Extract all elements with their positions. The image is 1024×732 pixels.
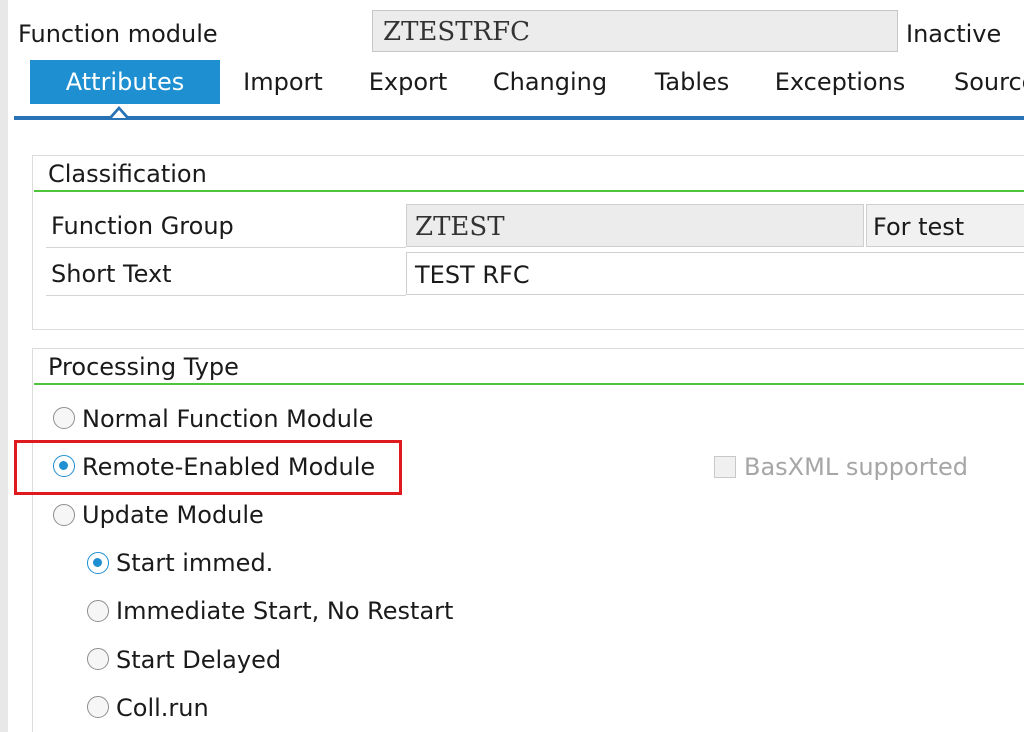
function-group-field[interactable]: ZTEST — [406, 204, 864, 247]
function-group-description: For test — [866, 204, 1024, 247]
update-module-radio[interactable] — [53, 504, 75, 526]
function-module-label: Function module — [18, 20, 218, 48]
immediate-start-no-restart-radio[interactable] — [87, 600, 109, 622]
short-text-label: Short Text — [51, 260, 172, 288]
immediate-start-no-restart-label[interactable]: Immediate Start, No Restart — [116, 596, 453, 626]
tab-tables[interactable]: Tables — [630, 60, 755, 104]
tab-export[interactable]: Export — [346, 60, 471, 104]
collective-run-radio[interactable] — [87, 696, 109, 718]
function-group-label: Function Group — [51, 212, 234, 240]
classification-title: Classification — [48, 160, 207, 188]
classification-divider — [34, 190, 1024, 192]
tab-underline — [14, 116, 1024, 120]
tab-import[interactable]: Import — [220, 60, 347, 104]
short-text-field[interactable]: TEST RFC — [406, 252, 1024, 295]
row-divider — [46, 247, 406, 248]
left-border-strip — [0, 0, 8, 732]
processing-type-title: Processing Type — [48, 353, 239, 381]
processing-type-divider — [34, 383, 1024, 385]
start-delayed-label[interactable]: Start Delayed — [116, 645, 281, 675]
tab-changing[interactable]: Changing — [470, 60, 631, 104]
basxml-supported-label: BasXML supported — [744, 453, 968, 481]
start-immediately-radio[interactable] — [87, 552, 109, 574]
normal-function-module-radio[interactable] — [53, 407, 75, 429]
status-text: Inactive — [906, 20, 1002, 48]
tab-exceptions[interactable]: Exceptions — [754, 60, 927, 104]
collective-run-label[interactable]: Coll.run — [116, 693, 209, 723]
row-divider — [46, 295, 406, 296]
start-delayed-radio[interactable] — [87, 648, 109, 670]
tab-attributes[interactable]: Attributes — [30, 60, 220, 104]
basxml-supported-checkbox[interactable] — [714, 456, 736, 478]
function-module-field[interactable]: ZTESTRFC — [372, 10, 898, 52]
active-tab-indicator-inner — [112, 110, 126, 118]
normal-function-module-label[interactable]: Normal Function Module — [82, 404, 373, 434]
tab-source[interactable]: Source — [926, 60, 1024, 104]
highlight-box — [14, 440, 402, 495]
tab-bar: Attributes Import Export Changing Tables… — [14, 60, 1024, 104]
update-module-label[interactable]: Update Module — [82, 500, 264, 530]
start-immediately-label[interactable]: Start immed. — [116, 548, 273, 578]
